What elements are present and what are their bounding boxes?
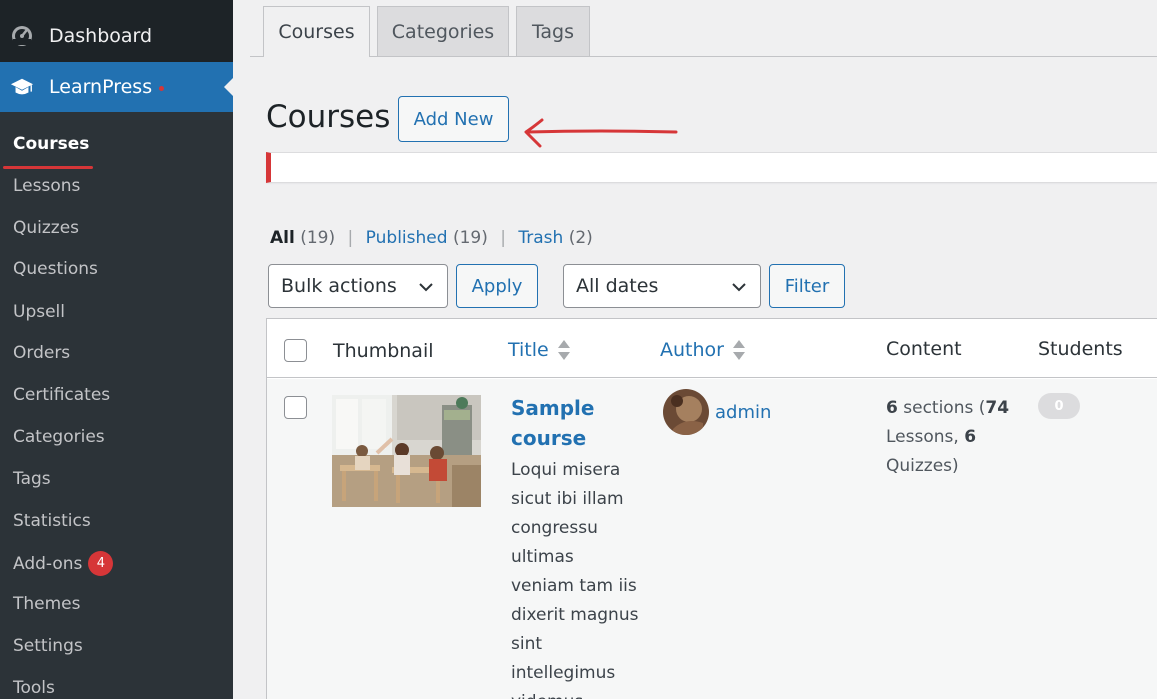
filter-all-link[interactable]: All <box>270 228 295 248</box>
annotation-underline-courses <box>3 166 93 169</box>
separator: | <box>500 228 506 248</box>
submenu-certificates-label: Certificates <box>13 385 111 405</box>
filter-all-count: (19) <box>300 228 336 248</box>
tab-categories-label: Categories <box>391 20 495 43</box>
add-new-button[interactable]: Add New <box>398 96 509 142</box>
learnpress-submenu: Courses Lessons Quizzes Questions Upsell… <box>0 112 233 699</box>
submenu-addons-label: Add-ons <box>13 553 83 574</box>
dates-filter-value: All dates <box>576 275 659 297</box>
avatar <box>663 389 709 435</box>
submenu-quizzes[interactable]: Quizzes <box>13 218 79 238</box>
students-count-badge: 0 <box>1038 393 1080 419</box>
notification-dot <box>159 85 165 91</box>
tab-categories[interactable]: Categories <box>377 6 509 56</box>
course-content-summary: 6 sections (74 Lessons, 6 Quizzes) <box>886 394 1026 481</box>
submenu-upsell[interactable]: Upsell <box>13 302 65 322</box>
submenu-settings-label: Settings <box>13 636 83 656</box>
apply-button[interactable]: Apply <box>456 264 538 308</box>
page-title: Courses <box>266 99 391 135</box>
menu-learnpress-label: LearnPress <box>49 76 153 98</box>
sort-arrows-icon <box>557 338 571 362</box>
sections-count: 6 <box>886 398 898 418</box>
column-author[interactable]: Author <box>660 338 746 362</box>
quizzes-count: 6 <box>964 427 977 447</box>
column-students: Students <box>1038 338 1123 360</box>
lessons-word: Lessons, <box>886 427 959 447</box>
tab-courses[interactable]: Courses <box>263 6 370 57</box>
table-row: Sample course Loqui misera sicut ibi ill… <box>267 379 1157 699</box>
submenu-categories-label: Categories <box>13 427 105 447</box>
tab-tags-label: Tags <box>531 20 575 43</box>
table-header: Thumbnail Title Author Content Students <box>267 319 1157 378</box>
submenu-statistics[interactable]: Statistics <box>13 511 91 531</box>
menu-learnpress[interactable]: LearnPress <box>0 62 233 112</box>
submenu-questions-label: Questions <box>13 259 98 279</box>
column-content: Content <box>886 338 962 360</box>
graduation-cap-icon <box>10 75 34 99</box>
submenu-courses-label: Courses <box>13 134 90 154</box>
chevron-down-icon <box>417 278 435 301</box>
menu-dashboard-label: Dashboard <box>49 25 153 47</box>
chevron-down-icon <box>730 278 748 301</box>
admin-sidebar: Dashboard LearnPress Courses Lessons Qui… <box>0 0 233 699</box>
row-checkbox[interactable] <box>284 396 307 419</box>
filter-published-link[interactable]: Published <box>366 228 448 248</box>
column-title-label: Title <box>508 339 549 361</box>
filter-published-count: (19) <box>452 228 488 248</box>
sort-arrows-icon <box>732 338 746 362</box>
column-author-label: Author <box>660 339 724 361</box>
filter-button[interactable]: Filter <box>769 264 845 308</box>
course-title-link[interactable]: Sample course <box>511 393 611 453</box>
dates-filter-select[interactable]: All dates <box>563 264 761 308</box>
quizzes-word: Quizzes) <box>886 456 959 476</box>
submenu-lessons[interactable]: Lessons <box>13 176 80 196</box>
select-all-checkbox[interactable] <box>284 339 307 362</box>
lessons-count: 74 <box>985 398 1010 418</box>
column-thumbnail: Thumbnail <box>333 340 434 362</box>
submenu-settings[interactable]: Settings <box>13 636 83 656</box>
addons-count-badge: 4 <box>88 551 114 576</box>
submenu-statistics-label: Statistics <box>13 511 91 531</box>
red-arrow-annotation <box>524 118 678 148</box>
submenu-certificates[interactable]: Certificates <box>13 385 110 405</box>
submenu-questions[interactable]: Questions <box>13 259 98 279</box>
tab-courses-label: Courses <box>278 21 355 43</box>
current-menu-pointer <box>224 78 233 96</box>
sections-word: sections ( <box>903 398 986 418</box>
submenu-tools[interactable]: Tools <box>13 678 55 698</box>
submenu-categories[interactable]: Categories <box>13 427 105 447</box>
submenu-upsell-label: Upsell <box>13 302 65 322</box>
courses-table: Thumbnail Title Author Content Students <box>266 318 1157 699</box>
submenu-quizzes-label: Quizzes <box>13 218 80 238</box>
bulk-actions-select[interactable]: Bulk actions <box>268 264 448 308</box>
author-link[interactable]: admin <box>715 402 771 423</box>
bulk-actions-value: Bulk actions <box>281 275 397 297</box>
submenu-tools-label: Tools <box>13 678 55 698</box>
dashboard-gauge-icon <box>10 24 34 48</box>
column-title[interactable]: Title <box>508 338 571 362</box>
submenu-tags-label: Tags <box>13 469 51 489</box>
status-filter-links: All (19) | Published (19) | Trash (2) <box>270 228 593 248</box>
submenu-tags[interactable]: Tags <box>13 469 51 489</box>
submenu-lessons-label: Lessons <box>13 176 81 196</box>
submenu-orders[interactable]: Orders <box>13 343 70 363</box>
admin-notice <box>266 152 1157 183</box>
filter-trash-link[interactable]: Trash <box>518 228 563 248</box>
submenu-themes[interactable]: Themes <box>13 594 81 614</box>
tabs-baseline <box>250 56 1157 57</box>
course-excerpt: Loqui misera sicut ibi illam congressu u… <box>511 460 639 699</box>
submenu-courses[interactable]: Courses <box>13 134 89 154</box>
filter-trash-count: (2) <box>568 228 593 248</box>
tab-tags[interactable]: Tags <box>516 6 590 56</box>
course-thumbnail[interactable] <box>332 395 481 507</box>
submenu-orders-label: Orders <box>13 343 71 363</box>
separator: | <box>347 228 354 248</box>
submenu-addons[interactable]: Add-ons 4 <box>13 551 114 576</box>
submenu-themes-label: Themes <box>13 594 81 614</box>
menu-dashboard[interactable]: Dashboard <box>0 11 233 61</box>
